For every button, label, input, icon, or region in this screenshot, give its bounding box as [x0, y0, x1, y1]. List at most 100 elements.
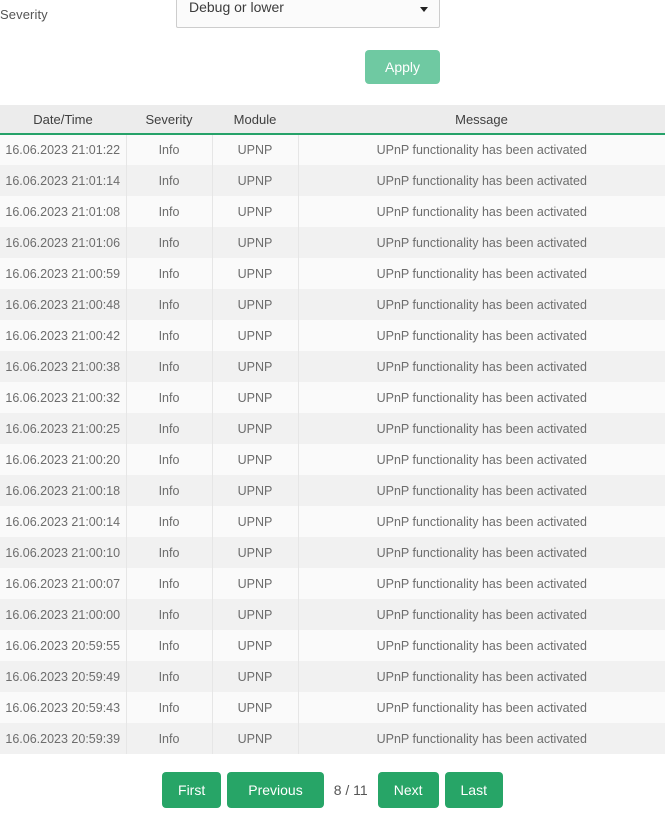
cell-module: UPNP: [212, 134, 299, 165]
log-page: Severity Debug or lower Apply Date/Time …: [0, 0, 665, 830]
cell-datetime: 16.06.2023 21:01:22: [0, 134, 127, 165]
table-row[interactable]: 16.06.2023 21:00:32 Info UPNP UPnP function…: [0, 382, 665, 413]
log-table-head: Date/Time Severity Module Message: [0, 105, 665, 135]
cell-datetime: 16.06.2023 21:00:32: [0, 382, 127, 413]
cell-module: UPNP: [212, 382, 299, 413]
pagination-first-button[interactable]: First: [162, 772, 222, 808]
cell-message: UPnP functionality has been activated: [298, 227, 665, 258]
cell-datetime: 16.06.2023 20:59:49: [0, 661, 127, 692]
table-row[interactable]: 16.06.2023 21:00:18 Info UPNP UPnP function…: [0, 475, 665, 506]
table-row[interactable]: 16.06.2023 21:00:25 Info UPNP UPnP function…: [0, 413, 665, 444]
apply-button[interactable]: Apply: [365, 50, 440, 84]
table-row[interactable]: 16.06.2023 21:00:14 Info UPNP UPnP function…: [0, 506, 665, 537]
cell-datetime: 16.06.2023 21:00:20: [0, 444, 127, 475]
cell-module: UPNP: [212, 258, 299, 289]
table-header-row: Date/Time Severity Module Message: [0, 105, 665, 135]
cell-severity: Info: [126, 134, 213, 165]
cell-datetime: 16.06.2023 20:59:39: [0, 723, 127, 754]
cell-severity: Info: [126, 289, 213, 320]
table-row[interactable]: 16.06.2023 21:01:22 Info UPNP UPnP function…: [0, 134, 665, 165]
column-header-module[interactable]: Module: [212, 105, 298, 135]
cell-message: UPnP functionality has been activated: [298, 134, 665, 165]
table-row[interactable]: 16.06.2023 21:00:59 Info UPNP UPnP function…: [0, 258, 665, 289]
cell-module: UPNP: [212, 692, 299, 723]
cell-module: UPNP: [212, 568, 299, 599]
cell-datetime: 16.06.2023 21:01:14: [0, 165, 127, 196]
cell-message: UPnP functionality has been activated: [298, 475, 665, 506]
cell-datetime: 16.06.2023 21:00:10: [0, 537, 127, 568]
column-header-severity[interactable]: Severity: [126, 105, 212, 135]
table-row[interactable]: 16.06.2023 21:01:06 Info UPNP UPnP function…: [0, 227, 665, 258]
table-row[interactable]: 16.06.2023 21:00:20 Info UPNP UPnP function…: [0, 444, 665, 475]
table-row[interactable]: 16.06.2023 20:59:39 Info UPNP UPnP function…: [0, 723, 665, 754]
cell-severity: Info: [126, 196, 213, 227]
cell-module: UPNP: [212, 723, 299, 754]
pagination: First Previous 8 / 11 Next Last: [0, 772, 665, 808]
cell-severity: Info: [126, 661, 213, 692]
severity-select-value: Debug or lower: [189, 0, 284, 15]
cell-datetime: 16.06.2023 21:00:38: [0, 351, 127, 382]
cell-message: UPnP functionality has been activated: [298, 289, 665, 320]
cell-severity: Info: [126, 568, 213, 599]
cell-datetime: 16.06.2023 20:59:43: [0, 692, 127, 723]
cell-datetime: 16.06.2023 21:01:06: [0, 227, 127, 258]
cell-message: UPnP functionality has been activated: [298, 444, 665, 475]
column-header-datetime[interactable]: Date/Time: [0, 105, 126, 135]
cell-message: UPnP functionality has been activated: [298, 165, 665, 196]
cell-severity: Info: [126, 320, 213, 351]
cell-message: UPnP functionality has been activated: [298, 320, 665, 351]
cell-message: UPnP functionality has been activated: [298, 506, 665, 537]
severity-select[interactable]: Debug or lower: [176, 0, 440, 28]
table-row[interactable]: 16.06.2023 21:00:10 Info UPNP UPnP function…: [0, 537, 665, 568]
cell-datetime: 16.06.2023 21:00:59: [0, 258, 127, 289]
cell-message: UPnP functionality has been activated: [298, 196, 665, 227]
log-table: Date/Time Severity Module Message 16.06.…: [0, 105, 665, 754]
table-row[interactable]: 16.06.2023 20:59:43 Info UPNP UPnP function…: [0, 692, 665, 723]
table-row[interactable]: 16.06.2023 21:00:38 Info UPNP UPnP function…: [0, 351, 665, 382]
pagination-previous-button[interactable]: Previous: [227, 772, 324, 808]
cell-module: UPNP: [212, 599, 299, 630]
cell-message: UPnP functionality has been activated: [298, 723, 665, 754]
table-row[interactable]: 16.06.2023 21:00:42 Info UPNP UPnP function…: [0, 320, 665, 351]
cell-message: UPnP functionality has been activated: [298, 413, 665, 444]
cell-datetime: 16.06.2023 21:01:08: [0, 196, 127, 227]
table-row[interactable]: 16.06.2023 21:00:00 Info UPNP UPnP function…: [0, 599, 665, 630]
cell-module: UPNP: [212, 537, 299, 568]
cell-severity: Info: [126, 630, 213, 661]
cell-message: UPnP functionality has been activated: [298, 258, 665, 289]
cell-module: UPNP: [212, 227, 299, 258]
cell-module: UPNP: [212, 351, 299, 382]
cell-module: UPNP: [212, 289, 299, 320]
cell-severity: Info: [126, 165, 213, 196]
cell-severity: Info: [126, 382, 213, 413]
table-row[interactable]: 16.06.2023 20:59:55 Info UPNP UPnP function…: [0, 630, 665, 661]
table-row[interactable]: 16.06.2023 20:59:49 Info UPNP UPnP function…: [0, 661, 665, 692]
cell-datetime: 16.06.2023 21:00:07: [0, 568, 127, 599]
cell-message: UPnP functionality has been activated: [298, 692, 665, 723]
cell-severity: Info: [126, 413, 213, 444]
cell-datetime: 16.06.2023 21:00:14: [0, 506, 127, 537]
cell-message: UPnP functionality has been activated: [298, 382, 665, 413]
table-row[interactable]: 16.06.2023 21:01:08 Info UPNP UPnP function…: [0, 196, 665, 227]
cell-severity: Info: [126, 258, 213, 289]
cell-module: UPNP: [212, 661, 299, 692]
pagination-next-button[interactable]: Next: [377, 772, 439, 808]
table-row[interactable]: 16.06.2023 21:00:48 Info UPNP UPnP function…: [0, 289, 665, 320]
pagination-last-button[interactable]: Last: [444, 772, 503, 808]
cell-severity: Info: [126, 475, 213, 506]
cell-severity: Info: [126, 506, 213, 537]
table-row[interactable]: 16.06.2023 21:00:07 Info UPNP UPnP function…: [0, 568, 665, 599]
cell-severity: Info: [126, 227, 213, 258]
cell-message: UPnP functionality has been activated: [298, 599, 665, 630]
chevron-down-icon: [420, 6, 428, 12]
cell-module: UPNP: [212, 444, 299, 475]
cell-datetime: 16.06.2023 20:59:55: [0, 630, 127, 661]
cell-datetime: 16.06.2023 21:00:42: [0, 320, 127, 351]
cell-datetime: 16.06.2023 21:00:48: [0, 289, 127, 320]
column-header-message[interactable]: Message: [298, 105, 665, 135]
cell-severity: Info: [126, 599, 213, 630]
table-row[interactable]: 16.06.2023 21:01:14 Info UPNP UPnP function…: [0, 165, 665, 196]
cell-message: UPnP functionality has been activated: [298, 661, 665, 692]
log-table-body: 16.06.2023 21:01:22 Info UPNP UPnP function…: [0, 134, 665, 754]
cell-severity: Info: [126, 692, 213, 723]
